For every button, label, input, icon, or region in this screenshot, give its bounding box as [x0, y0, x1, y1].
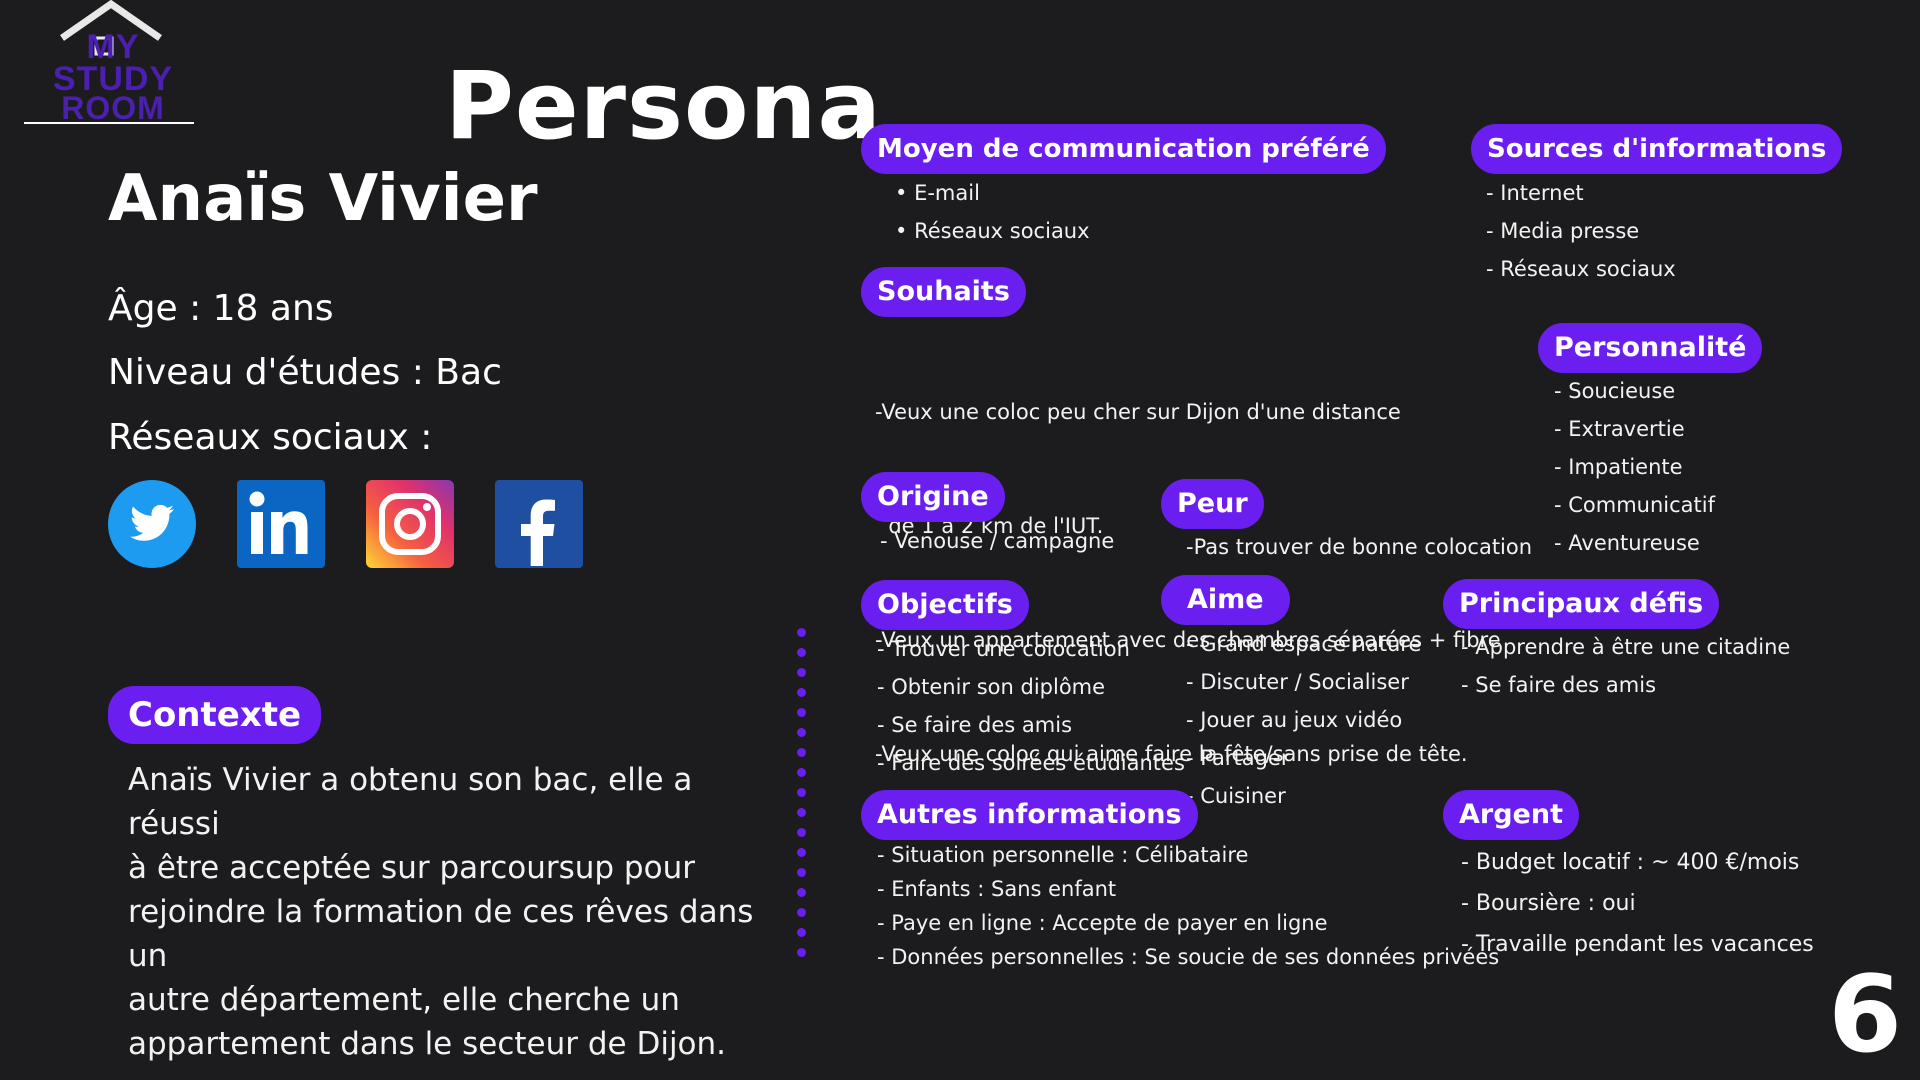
list-item: - Enfants : Sans enfant: [877, 877, 1117, 901]
communication-list: • E-mail • Réseaux sociaux: [895, 174, 1090, 250]
autres-list: - Situation personnelle : Célibataire - …: [877, 838, 1499, 974]
instagram-icon[interactable]: [366, 480, 454, 568]
contexte-line: appartement dans le secteur de Dijon.: [128, 1026, 727, 1062]
personnalite-pill: Personnalité: [1538, 323, 1763, 373]
contexte-line: à être acceptée sur parcoursup pour: [128, 850, 695, 886]
list-item: - Impatiente: [1554, 455, 1683, 479]
list-item: - Media presse: [1486, 219, 1640, 243]
list-item: - Données personnelles : Se soucie de se…: [877, 945, 1500, 969]
twitter-icon[interactable]: [108, 480, 196, 568]
sources-pill: Sources d'informations: [1471, 124, 1843, 174]
logo-line-1: MY: [86, 28, 140, 66]
list-item: - Apprendre à être une citadine: [1461, 635, 1791, 659]
list-item: - Faire des soirées étudiantes: [877, 751, 1185, 775]
list-item: • E-mail: [895, 181, 980, 205]
facebook-icon[interactable]: [495, 480, 583, 568]
list-item: -Pas trouver de bonne colocation: [1186, 535, 1533, 559]
contexte-line: autre département, elle cherche un: [128, 982, 680, 1018]
list-item: - Travaille pendant les vacances: [1461, 932, 1814, 957]
list-item: - Boursière : oui: [1461, 891, 1636, 916]
logo-line-3: ROOM: [61, 90, 165, 126]
contexte-pill: Contexte: [108, 686, 322, 744]
persona-age: Âge : 18 ans: [108, 288, 334, 329]
list-item: - Situation personnelle : Célibataire: [877, 843, 1249, 867]
aime-pill: Aime: [1161, 575, 1290, 625]
list-item: - Venouse / campagne: [880, 529, 1115, 553]
aime-list: - Grand espace nature - Discuter / Socia…: [1186, 625, 1421, 815]
list-item: - Obtenir son diplôme: [877, 675, 1106, 699]
list-item: - Budget locatif : ~ 400 €/mois: [1461, 850, 1800, 875]
list-item: - Cuisiner: [1186, 784, 1286, 808]
list-item: - Partager: [1186, 746, 1290, 770]
list-item: - Se faire des amis: [1461, 673, 1657, 697]
dotted-divider: [797, 628, 807, 958]
contexte-line: Anaïs Vivier a obtenu son bac, elle a ré…: [128, 762, 693, 842]
list-item: - Se faire des amis: [877, 713, 1073, 737]
persona-education: Niveau d'études : Bac: [108, 352, 502, 393]
list-item: -Veux une coloc peu cher sur Dijon d'une…: [875, 400, 1401, 424]
list-item: - Aventureuse: [1554, 531, 1700, 555]
list-item: - Extravertie: [1554, 417, 1685, 441]
peur-list: -Pas trouver de bonne colocation: [1186, 528, 1532, 566]
page-number: 6: [1828, 953, 1902, 1076]
argent-list: - Budget locatif : ~ 400 €/mois - Boursi…: [1461, 842, 1814, 965]
objectifs-pill: Objectifs: [861, 580, 1029, 630]
linkedin-icon[interactable]: [237, 480, 325, 568]
persona-name: Anaïs Vivier: [108, 162, 538, 236]
objectifs-list: - Trouver une colocation - Obtenir son d…: [877, 630, 1185, 782]
origine-list: - Venouse / campagne: [880, 522, 1114, 560]
list-item: - Discuter / Socialiser: [1186, 670, 1409, 694]
defis-pill: Principaux défis: [1443, 579, 1720, 629]
list-item: - Grand espace nature: [1186, 632, 1422, 656]
list-item: - Jouer au jeux vidéo: [1186, 708, 1403, 732]
souhaits-pill: Souhaits: [861, 267, 1026, 317]
personnalite-list: - Soucieuse - Extravertie - Impatiente -…: [1554, 372, 1715, 562]
page-title: Persona: [445, 52, 882, 161]
list-item: - Trouver une colocation: [877, 637, 1130, 661]
communication-pill: Moyen de communication préféré: [861, 124, 1386, 174]
origine-pill: Origine: [861, 472, 1005, 522]
autres-pill: Autres informations: [861, 790, 1198, 840]
social-label: Réseaux sociaux :: [108, 417, 433, 458]
list-item: • Réseaux sociaux: [895, 219, 1090, 243]
defis-list: - Apprendre à être une citadine - Se fai…: [1461, 628, 1790, 704]
contexte-text: Anaïs Vivier a obtenu son bac, elle a ré…: [128, 758, 788, 1066]
peur-pill: Peur: [1161, 479, 1264, 529]
my-study-room-logo: MY STUDY ROOM: [14, 0, 204, 130]
logo-underline: [24, 122, 194, 124]
contexte-line: rejoindre la formation de ces rêves dans…: [128, 894, 754, 974]
argent-pill: Argent: [1443, 790, 1579, 840]
list-item: - Soucieuse: [1554, 379, 1676, 403]
list-item: - Paye en ligne : Accepte de payer en li…: [877, 911, 1328, 935]
list-item: - Communicatif: [1554, 493, 1716, 517]
list-item: - Réseaux sociaux: [1486, 257, 1676, 281]
list-item: - Internet: [1486, 181, 1584, 205]
sources-list: - Internet - Media presse - Réseaux soci…: [1486, 174, 1676, 288]
